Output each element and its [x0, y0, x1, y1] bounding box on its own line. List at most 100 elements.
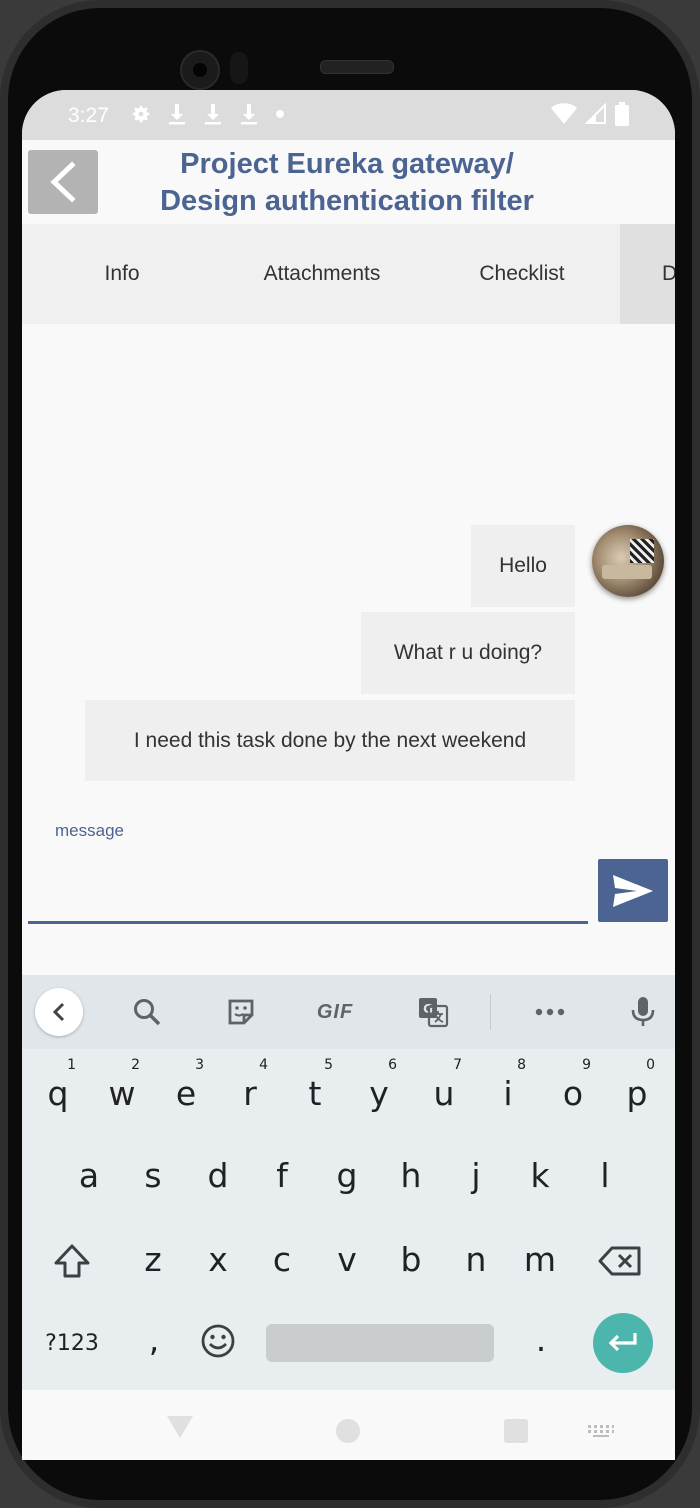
- key-i[interactable]: i8: [476, 1053, 540, 1133]
- chevron-left-icon: [50, 161, 76, 203]
- shift-key[interactable]: [40, 1221, 104, 1301]
- backspace-icon: [598, 1246, 641, 1276]
- key-x[interactable]: x: [186, 1219, 250, 1299]
- sticker-icon: [228, 999, 254, 1025]
- page-title-line2: Design authentication filter: [160, 185, 534, 217]
- send-button[interactable]: [598, 859, 668, 922]
- keyboard-sticker-button[interactable]: [216, 975, 266, 1049]
- page-title: Project Eureka gateway/ Design authentic…: [117, 146, 577, 220]
- key-m[interactable]: m: [508, 1219, 572, 1299]
- front-camera: [180, 50, 220, 90]
- chevron-left-icon: [52, 1002, 65, 1022]
- back-triangle-icon[interactable]: [166, 1414, 194, 1440]
- enter-icon: [608, 1333, 637, 1352]
- key-a[interactable]: a: [57, 1135, 121, 1215]
- chat-message-text: What r u doing?: [393, 641, 543, 664]
- key-label: u: [433, 1073, 455, 1113]
- key-label: i: [503, 1073, 513, 1113]
- shift-icon: [54, 1244, 90, 1278]
- keyboard-gif-button[interactable]: GIF: [310, 975, 360, 1049]
- key-j[interactable]: j: [444, 1135, 508, 1215]
- key-c[interactable]: c: [250, 1219, 314, 1299]
- chat-message: Hello: [471, 525, 575, 607]
- key-z[interactable]: z: [121, 1219, 185, 1299]
- screen: 3:27 Project Eureka gateway/ Design auth…: [22, 90, 675, 1460]
- tab-checklist[interactable]: Checklist: [422, 224, 622, 324]
- tab-info[interactable]: Info: [22, 224, 222, 324]
- keyboard: q1 w2 e3 r4 t5 y6 u7 i8 o9 p0 a s d f g …: [22, 1049, 675, 1390]
- back-button[interactable]: [28, 150, 98, 214]
- chat-message-text: I need this task done by the next weeken…: [133, 728, 527, 752]
- key-p[interactable]: p0: [605, 1053, 669, 1133]
- key-label: e: [175, 1073, 197, 1113]
- emoji-icon: [201, 1324, 235, 1358]
- key-l[interactable]: l: [573, 1135, 637, 1215]
- backspace-key[interactable]: [588, 1221, 652, 1301]
- key-hint: 7: [453, 1057, 462, 1073]
- key-e[interactable]: e3: [154, 1053, 218, 1133]
- status-bar: 3:27: [22, 90, 675, 140]
- keyboard-switch-icon[interactable]: [587, 1424, 615, 1438]
- key-b[interactable]: b: [379, 1219, 443, 1299]
- key-label: p: [626, 1073, 648, 1113]
- period-key[interactable]: .: [509, 1299, 573, 1379]
- more-horizontal-icon: [535, 1008, 565, 1016]
- key-f[interactable]: f: [250, 1135, 314, 1215]
- keyboard-more-button[interactable]: [525, 975, 575, 1049]
- keyboard-collapse-button[interactable]: [35, 988, 83, 1036]
- tab-attachments[interactable]: Attachments: [222, 224, 422, 324]
- battery-icon: [615, 102, 629, 126]
- key-g[interactable]: g: [315, 1135, 379, 1215]
- search-icon: [134, 999, 161, 1026]
- key-d[interactable]: d: [186, 1135, 250, 1215]
- key-hint: 8: [517, 1057, 526, 1073]
- keyboard-toolbar: GIF G: [22, 975, 675, 1049]
- tab-discussion[interactable]: D: [620, 224, 675, 324]
- home-circle-icon[interactable]: [335, 1418, 361, 1444]
- toolbar-divider: [490, 994, 491, 1030]
- key-label: q: [47, 1073, 69, 1113]
- message-input[interactable]: [28, 845, 588, 924]
- keyboard-translate-button[interactable]: G: [408, 975, 458, 1049]
- key-v[interactable]: v: [315, 1219, 379, 1299]
- key-q[interactable]: q1: [26, 1053, 90, 1133]
- page-title-line1: Project Eureka gateway/: [180, 148, 514, 180]
- wifi-icon: [551, 103, 577, 124]
- key-hint: 2: [131, 1057, 140, 1073]
- key-h[interactable]: h: [379, 1135, 443, 1215]
- key-label: o: [562, 1073, 584, 1113]
- spacebar-key[interactable]: [266, 1324, 494, 1362]
- key-k[interactable]: k: [508, 1135, 572, 1215]
- key-s[interactable]: s: [121, 1135, 185, 1215]
- earpiece-speaker: [320, 60, 394, 74]
- key-y[interactable]: y6: [347, 1053, 411, 1133]
- status-icons-right: [551, 102, 629, 126]
- key-t[interactable]: t5: [283, 1053, 347, 1133]
- enter-key[interactable]: [593, 1313, 653, 1373]
- key-o[interactable]: o9: [541, 1053, 605, 1133]
- key-n[interactable]: n: [444, 1219, 508, 1299]
- key-u[interactable]: u7: [412, 1053, 476, 1133]
- app-header: Project Eureka gateway/ Design authentic…: [22, 140, 675, 224]
- download-icon: [241, 104, 257, 125]
- status-time: 3:27: [68, 104, 109, 127]
- translate-icon: G: [419, 998, 449, 1028]
- emoji-key[interactable]: [186, 1301, 250, 1381]
- avatar[interactable]: [592, 525, 664, 597]
- settings-icon: [132, 105, 150, 123]
- key-hint: 6: [388, 1057, 397, 1073]
- recents-square-icon[interactable]: [503, 1418, 529, 1444]
- key-hint: 4: [259, 1057, 268, 1073]
- symbols-key[interactable]: ?123: [40, 1303, 104, 1383]
- gif-label: GIF: [316, 1000, 354, 1023]
- system-nav-bar: [22, 1390, 675, 1470]
- comma-key[interactable]: ,: [122, 1299, 186, 1379]
- keyboard-search-button[interactable]: [122, 975, 172, 1049]
- proximity-sensor: [230, 52, 248, 84]
- key-w[interactable]: w2: [90, 1053, 154, 1133]
- key-r[interactable]: r4: [218, 1053, 282, 1133]
- key-hint: 3: [195, 1057, 204, 1073]
- chat-message-text: Hello: [499, 554, 547, 577]
- microphone-icon: [631, 997, 655, 1026]
- keyboard-voice-button[interactable]: [618, 975, 668, 1049]
